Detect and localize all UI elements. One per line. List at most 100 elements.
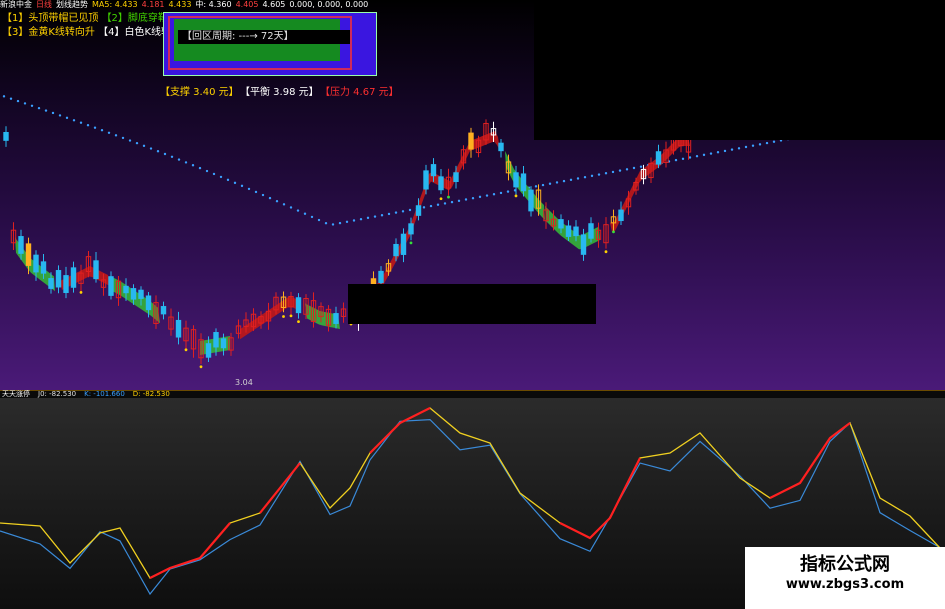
legend-top-signal: 【1】头顶带帽已见顶 xyxy=(2,13,99,24)
candle-body xyxy=(528,189,534,212)
indicator-j-value: J0: -82.530 xyxy=(38,390,77,398)
ma-dot xyxy=(373,215,377,218)
ma-dot xyxy=(401,210,405,213)
ma-dot xyxy=(261,193,265,197)
ma-dot xyxy=(751,144,755,147)
candle-body xyxy=(520,173,527,192)
ma-dot xyxy=(485,194,489,197)
ma-dot xyxy=(51,111,55,115)
ma-dot xyxy=(772,140,776,143)
ma-dot xyxy=(149,147,153,150)
ma-dot xyxy=(688,156,692,159)
candle-body xyxy=(655,151,662,165)
ma-dot xyxy=(506,190,510,193)
candle-body xyxy=(63,275,69,294)
ma-dot xyxy=(576,177,580,180)
k-line-rising-segment xyxy=(369,407,431,454)
top-bar-item: MA5: 4.433 xyxy=(92,0,138,9)
top-bar-item: 4.433 xyxy=(168,0,192,9)
ma-dot xyxy=(471,196,475,200)
top-bar-item: 0.000, 0.000, 0.000 xyxy=(289,0,369,9)
candle-body xyxy=(453,172,459,183)
site-watermark[interactable]: 指标公式网 www.zbgs3.com xyxy=(745,547,945,609)
ma-dot xyxy=(310,215,314,219)
k-line-rising-segment xyxy=(149,522,231,579)
ma-dot xyxy=(226,178,230,182)
ma-dot xyxy=(93,126,97,129)
ma-dot xyxy=(597,173,601,176)
top-bar-item: 中: 4.360 xyxy=(195,0,232,9)
ma-dot xyxy=(758,143,762,146)
ma-dot xyxy=(23,102,27,105)
ma-dot xyxy=(695,154,699,158)
ma-dot xyxy=(191,164,195,167)
candle-body xyxy=(55,270,62,288)
candle-body xyxy=(438,176,444,191)
ma-dot xyxy=(436,203,440,206)
ma-dot xyxy=(303,212,307,215)
ma-dot xyxy=(394,211,398,214)
candle-body xyxy=(618,209,624,222)
candle-body xyxy=(25,243,32,266)
ma-dot xyxy=(408,208,412,212)
ma-dot xyxy=(555,181,559,184)
ma-dot xyxy=(569,178,573,182)
ma-dot xyxy=(702,153,706,157)
ma-dot xyxy=(114,134,118,137)
ma-dot xyxy=(723,149,727,153)
ma-dot xyxy=(604,172,608,175)
k-line-rising-segment xyxy=(259,462,301,514)
ma-dot xyxy=(268,196,272,200)
signal-dot xyxy=(514,194,518,198)
signal-dot xyxy=(439,197,443,201)
indicator-name: 天天涨停 xyxy=(2,390,30,398)
candle-body xyxy=(70,267,77,288)
ma-dot xyxy=(170,155,174,158)
ma-dot xyxy=(359,217,363,221)
ma-dot xyxy=(2,95,6,98)
candle-body xyxy=(430,164,437,177)
ma-dot xyxy=(233,181,237,185)
candle-body xyxy=(33,254,39,273)
ma-dot xyxy=(79,121,83,124)
signal-dot xyxy=(199,365,203,369)
ma-dot xyxy=(107,131,111,134)
top-bar-item[interactable]: 日线 xyxy=(36,0,52,10)
candle-body xyxy=(145,295,152,311)
legend-gold-signal: 【3】金黄K线转向升 xyxy=(2,27,95,38)
candle-body xyxy=(513,172,519,188)
ma-dot xyxy=(205,169,209,173)
candle-body xyxy=(580,234,587,255)
ma-dot xyxy=(338,221,342,225)
indicator-k-value: K: -101.660 xyxy=(84,390,125,398)
ma-dot xyxy=(366,216,370,220)
candle-body xyxy=(393,243,399,257)
ma-dot xyxy=(37,106,41,110)
candle-body xyxy=(205,343,212,358)
ma-dot xyxy=(548,182,552,185)
ma-dot xyxy=(744,145,748,149)
signal-dot xyxy=(447,195,450,199)
candle-body xyxy=(175,319,182,338)
watermark-url: www.zbgs3.com xyxy=(785,577,905,592)
redaction-block-center xyxy=(348,284,596,324)
top-bar-item: 4.405 xyxy=(235,0,259,9)
candle-body xyxy=(408,223,414,235)
candle-body xyxy=(3,131,9,141)
ma-dot xyxy=(142,144,146,148)
ma-dot xyxy=(387,212,391,216)
signal-dot xyxy=(409,241,413,245)
candle-body xyxy=(378,270,384,284)
signal-dot xyxy=(297,320,300,324)
top-bar-item: 新浪中金 xyxy=(0,0,32,9)
candle-body xyxy=(573,226,579,237)
candle-body xyxy=(588,223,594,239)
candle-body xyxy=(160,306,167,315)
ma-dot xyxy=(100,129,104,132)
ma-dot xyxy=(30,104,34,108)
ma-dot xyxy=(177,158,181,161)
pressure-label: 【压力 4.67 元】 xyxy=(320,87,399,98)
candle-body xyxy=(130,288,137,300)
ma-dot xyxy=(289,206,293,209)
ma-dot xyxy=(72,119,76,122)
